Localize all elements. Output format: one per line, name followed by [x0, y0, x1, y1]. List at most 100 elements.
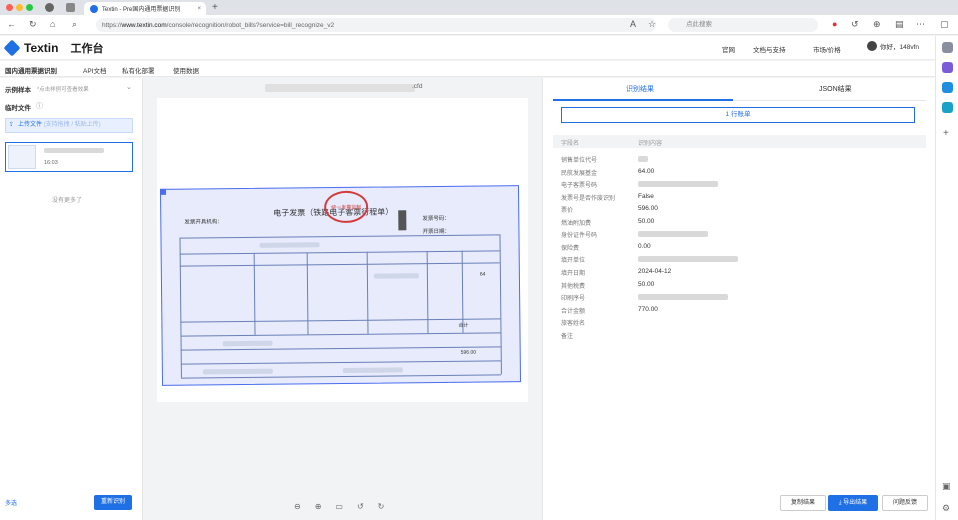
result-field-name: 销售单位代号: [561, 158, 598, 164]
minimize-window-button[interactable]: [16, 4, 23, 11]
result-field-value: False: [638, 192, 654, 200]
header-link-docs[interactable]: 文档与支持: [753, 44, 786, 54]
result-row: 销售单位代号: [553, 153, 926, 166]
header-link-market[interactable]: 市场/价格: [813, 44, 841, 54]
nav-bill-recognition[interactable]: 国内通用票据识别: [5, 65, 57, 75]
table-rule: [179, 234, 500, 239]
reidentify-button[interactable]: 重新识别: [94, 495, 132, 510]
browser-tab-bar: Textin - Pre国内通用票据识别 × +: [0, 0, 958, 15]
table-rule: [179, 237, 182, 378]
rotate-right-icon[interactable]: ↻: [378, 502, 385, 511]
invoice-number-label: 发票号码：: [422, 215, 450, 223]
reload-icon[interactable]: ↻: [29, 19, 37, 30]
tab-title: Textin - Pre国内通用票据识别: [102, 7, 181, 13]
zoom-in-icon[interactable]: ⊕: [315, 502, 322, 511]
translate-icon[interactable]: A: [630, 19, 636, 29]
table-rule: [179, 250, 500, 255]
header-link-official[interactable]: 官网: [722, 44, 735, 54]
temp-files-label: 临时文件: [5, 105, 31, 112]
rotate-left-icon[interactable]: ↺: [357, 502, 364, 511]
workspace-icon[interactable]: [66, 3, 75, 12]
copilot-icon[interactable]: [942, 62, 953, 73]
result-field-name: 民航发展基金: [561, 170, 598, 177]
result-row: 备注: [553, 329, 926, 342]
url-prefix: https://: [102, 21, 122, 29]
recognition-overlay[interactable]: 发票开具机构： 电子发票（铁路电子客票行程单） 统一发票监制 发票号码： 开票日…: [159, 185, 522, 386]
result-field-name: 其他税费: [561, 283, 586, 290]
address-bar-row: ← ↻ ⌂ ⌕ https:// www.textin.com /console…: [0, 15, 958, 43]
upload-button[interactable]: ⇪ 上传文件 (支持拖拽 / 粘贴上传): [5, 118, 133, 133]
tab-json-result[interactable]: JSON结果: [819, 84, 852, 94]
user-menu[interactable]: 你好，148vfn: [867, 41, 919, 51]
result-field-value: 596.00: [638, 205, 658, 213]
extension-icon[interactable]: ↺: [851, 19, 859, 30]
table-rule: [179, 262, 500, 267]
table-rule: [180, 318, 501, 323]
result-field-redacted: [638, 181, 718, 188]
collections-icon[interactable]: ▤: [895, 19, 904, 30]
outlook-icon[interactable]: [942, 82, 953, 93]
url-host: www.textin.com: [121, 21, 167, 29]
settings-gear-icon[interactable]: ⚙: [942, 503, 950, 514]
red-seal-stamp: 统一发票监制: [324, 190, 369, 224]
layout-icon[interactable]: ▣: [942, 481, 951, 492]
stamp-text: 统一发票监制: [331, 204, 362, 212]
maximize-window-button[interactable]: [26, 4, 33, 11]
redacted-text: [373, 273, 419, 279]
textin-logo-icon: [3, 39, 21, 57]
tab-recognition-result[interactable]: 识别结果: [626, 84, 654, 94]
search-icon[interactable]: ⌕: [72, 19, 77, 30]
result-row: 发票号是否作废识别 False: [553, 191, 926, 204]
document-preview: .cfd 发票开具机构： 电子发票（铁路电子客票行程单） 统一发票监制 发票号码…: [144, 78, 541, 520]
result-field-value: 64.00: [638, 167, 655, 175]
browser-search-input[interactable]: 点此搜索: [668, 18, 818, 32]
multi-select-link[interactable]: 多选: [5, 498, 17, 507]
adblock-icon[interactable]: ●: [832, 19, 837, 29]
profile-icon[interactable]: [45, 3, 54, 12]
result-field-value: 770.00: [638, 305, 658, 313]
close-window-button[interactable]: [6, 4, 13, 11]
back-icon[interactable]: ←: [7, 19, 16, 29]
new-tab-button[interactable]: +: [212, 2, 218, 13]
file-name-redacted: [44, 148, 104, 153]
zoom-out-icon[interactable]: ⊖: [294, 502, 301, 511]
drop-icon[interactable]: [942, 102, 953, 113]
copy-result-button[interactable]: 复制结果: [780, 495, 826, 511]
file-title-redacted: [265, 84, 415, 92]
invoice-total-label: 合计: [458, 322, 469, 329]
chevron-down-icon[interactable]: ⌄: [126, 83, 132, 91]
file-extension: .cfd: [412, 83, 423, 90]
sidebar-toggle-icon[interactable]: ▢: [940, 19, 949, 30]
result-field-redacted: [638, 256, 738, 263]
bookmark-star-icon[interactable]: ☆: [648, 19, 656, 30]
browser-menu-icon[interactable]: ⋯: [916, 19, 925, 30]
result-row: 填开日期 2024-04-12: [553, 266, 926, 279]
result-field-name: 旅客姓名: [561, 321, 586, 328]
nav-private-deploy[interactable]: 私有化部署: [122, 65, 155, 75]
nav-api-docs[interactable]: API文档: [83, 65, 106, 75]
search-sidebar-icon[interactable]: [942, 42, 953, 53]
export-label: 导出结果: [843, 500, 868, 506]
textin-logo[interactable]: Textin 工作台: [3, 39, 103, 57]
feedback-button[interactable]: 问题反馈: [882, 495, 928, 511]
info-icon[interactable]: ⓘ: [36, 101, 43, 111]
redacted-text: [202, 368, 273, 375]
invoice-amount: 64: [479, 271, 486, 278]
file-thumbnail-card[interactable]: 16:03: [5, 142, 133, 172]
url-input[interactable]: https:// www.textin.com /console/recogni…: [96, 18, 656, 32]
sample-hint: *点击样例可查看效果: [37, 87, 89, 93]
home-icon[interactable]: ⌂: [50, 19, 55, 29]
result-field-name: 电子客票号码: [561, 183, 598, 190]
fit-page-icon[interactable]: ▭: [335, 502, 343, 511]
add-sidebar-icon[interactable]: +: [943, 128, 949, 139]
result-row: 民航发展基金 64.00: [553, 166, 926, 179]
nav-usage-data[interactable]: 使用数据: [173, 65, 199, 75]
file-panel: 示例样本 *点击样例可查看效果 ⌄ 临时文件 ⓘ ⇪ 上传文件 (支持拖拽 / …: [0, 78, 143, 520]
col-field-value: 识别内容: [638, 141, 663, 147]
table-rule: [180, 374, 501, 379]
browser-tab[interactable]: Textin - Pre国内通用票据识别 ×: [84, 2, 206, 15]
shield-icon[interactable]: ⊕: [873, 19, 881, 30]
bill-count-selector[interactable]: 1 行账单: [561, 107, 915, 123]
tab-close-icon[interactable]: ×: [197, 6, 201, 12]
export-result-button[interactable]: ⤓ 导出结果: [828, 495, 878, 511]
